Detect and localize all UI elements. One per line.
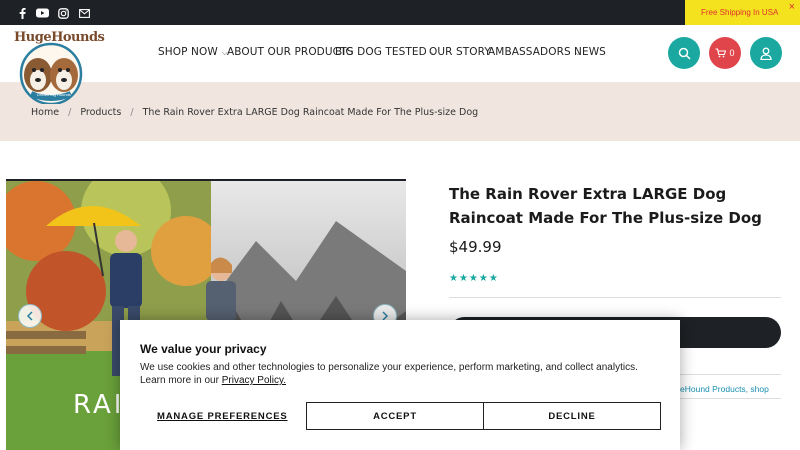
logo-wordmark: HugeHounds — [14, 30, 105, 45]
chevron-left-icon — [26, 311, 33, 321]
promo-banner[interactable]: Free Shipping In USA × — [685, 0, 800, 25]
site-logo[interactable]: HugeHounds Dream Big Hounds — [9, 30, 105, 104]
product-title: The Rain Rover Extra LARGE Dog Raincoat … — [449, 185, 762, 227]
nav-label: NEWS — [574, 46, 606, 58]
account-icon — [760, 47, 772, 60]
nav-label: SHOP NOW — [158, 46, 218, 58]
breadcrumb-products[interactable]: Products — [80, 107, 121, 118]
cookie-consent-dialog: We value your privacy We use cookies and… — [120, 320, 680, 450]
gallery-prev-button[interactable] — [18, 304, 42, 328]
nav-ambassadors[interactable]: AMBASSADORS ⌵ — [488, 46, 581, 58]
promo-text: Free Shipping In USA — [701, 8, 779, 17]
cookie-body: We use cookies and other technologies to… — [140, 361, 660, 387]
instagram-icon[interactable] — [56, 6, 70, 20]
breadcrumb: Home / Products / The Rain Rover Extra L… — [31, 107, 478, 118]
image-caption: RAI — [73, 390, 125, 420]
cart-icon — [715, 48, 727, 58]
breadcrumb-current: The Rain Rover Extra LARGE Dog Raincoat … — [142, 107, 479, 118]
cart-button[interactable]: 0 — [709, 37, 741, 69]
email-icon[interactable] — [77, 6, 91, 20]
logo-tagline: Dream Big Hounds — [37, 92, 71, 97]
nav-news[interactable]: NEWS — [574, 46, 606, 58]
decline-button[interactable]: DECLINE — [483, 402, 661, 430]
nav-label: AMBASSADORS — [488, 46, 571, 58]
privacy-policy-link[interactable]: Privacy Policy. — [222, 375, 286, 386]
nav-label: OUR STORY — [429, 46, 491, 58]
close-icon[interactable]: × — [789, 2, 795, 13]
nav-big-dog-tested[interactable]: BIG DOG TESTED ⌵ — [335, 46, 437, 58]
breadcrumb-home[interactable]: Home — [31, 107, 59, 118]
manage-preferences-button[interactable]: MANAGE PREFERENCES — [157, 411, 288, 422]
top-bar — [0, 0, 800, 25]
nav-our-story[interactable]: OUR STORY — [429, 46, 491, 58]
breadcrumb-separator: / — [130, 107, 134, 118]
product-collections-links[interactable]: eHound Products, shop — [680, 384, 769, 394]
nav-shop-now[interactable]: SHOP NOW ⌵ — [158, 46, 228, 58]
search-button[interactable] — [668, 37, 700, 69]
divider — [449, 297, 781, 298]
account-button[interactable] — [750, 37, 782, 69]
cookie-body-text: We use cookies and other technologies to… — [140, 362, 638, 386]
accept-button[interactable]: ACCEPT — [306, 402, 484, 430]
search-icon — [678, 47, 691, 60]
rating-stars[interactable]: ★★★★★ — [449, 273, 499, 284]
cookie-title: We value your privacy — [140, 342, 267, 356]
nav-label: BIG DOG TESTED — [335, 46, 427, 58]
facebook-icon[interactable] — [15, 6, 29, 20]
product-price: $49.99 — [449, 238, 502, 256]
breadcrumb-separator: / — [68, 107, 72, 118]
cart-count: 0 — [729, 48, 735, 58]
youtube-icon[interactable] — [35, 6, 49, 20]
